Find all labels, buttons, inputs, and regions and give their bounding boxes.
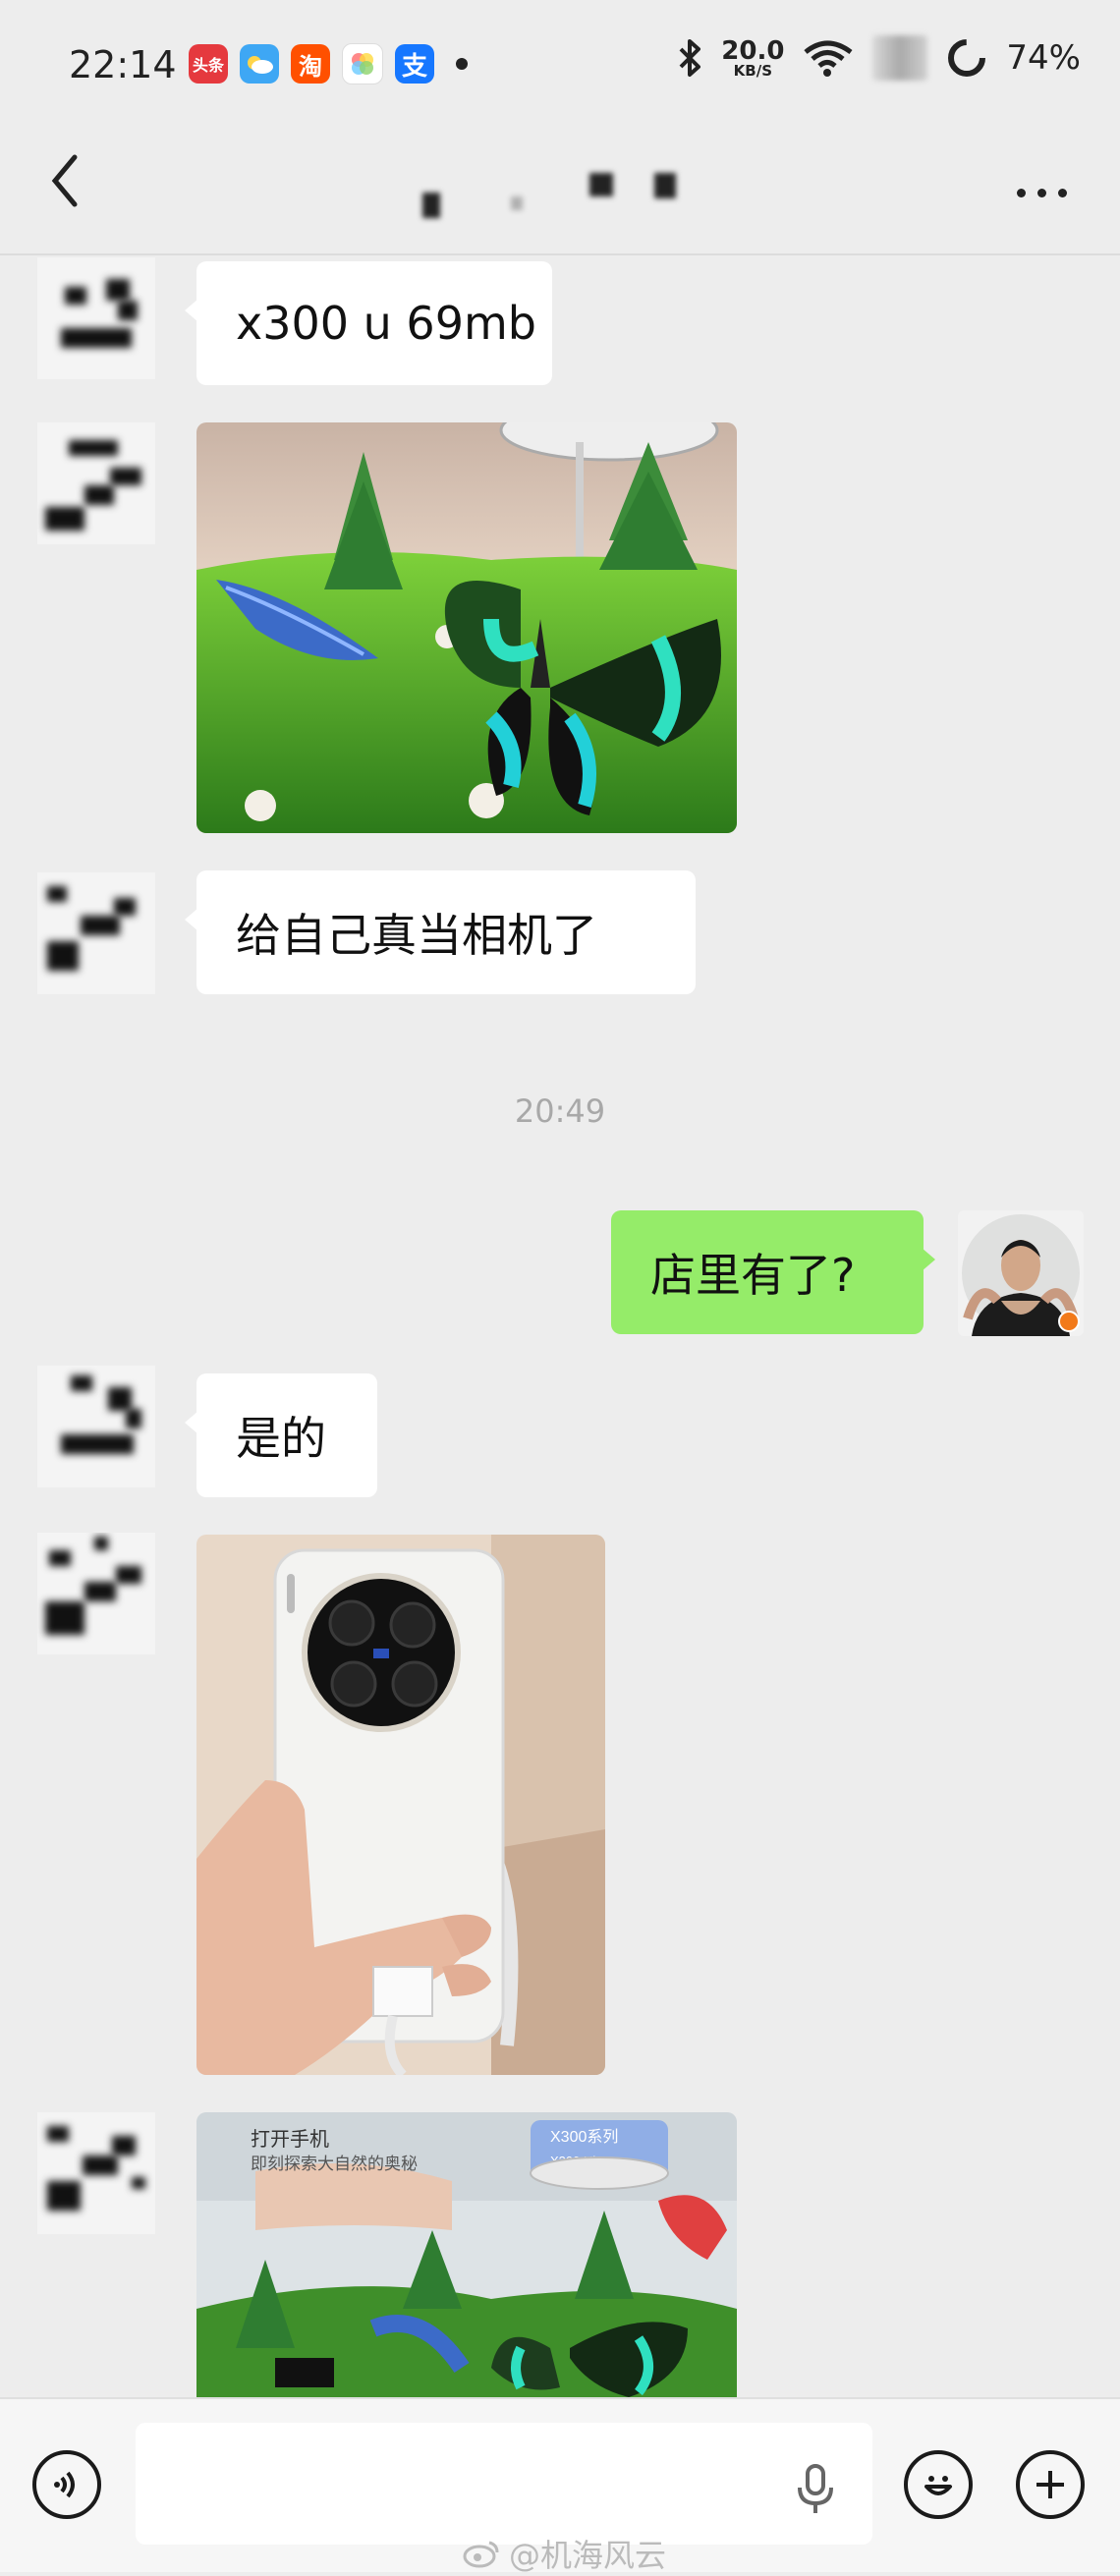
contact-avatar[interactable]: [37, 2112, 155, 2234]
message-timestamp: 20:49: [514, 1092, 606, 1130]
photos-app-icon: [342, 43, 383, 84]
net-speed: 20.0 KB/S: [721, 35, 785, 80]
mic-icon: [798, 2464, 833, 2513]
alipay-app-icon: 支: [395, 44, 434, 84]
contact-avatar[interactable]: [37, 422, 155, 544]
signal-icon: [872, 35, 928, 81]
contact-avatar[interactable]: [37, 257, 155, 379]
emoji-icon: [924, 2476, 952, 2495]
contact-avatar[interactable]: [37, 1366, 155, 1487]
contact-avatar[interactable]: [37, 1533, 155, 1654]
message-bubble[interactable]: 是的: [185, 1373, 377, 1497]
notification-icons: 头条 淘 支: [189, 43, 468, 84]
weibo-watermark: @机海风云: [462, 2531, 666, 2576]
weibo-logo-icon: [463, 2541, 499, 2568]
weather-app-icon: [240, 44, 279, 84]
self-avatar[interactable]: [958, 1210, 1084, 1336]
display-text-1: 打开手机: [251, 2128, 329, 2151]
chat-image[interactable]: 打开手机 即刻探索大自然的奥秘 X300系列 X300 Ultra: [196, 2112, 737, 2397]
verified-badge-icon: [1058, 1311, 1080, 1332]
photo-icon: 打开手机 即刻探索大自然的奥秘 X300系列 X300 Ultra: [196, 2112, 737, 2397]
chat-title-redacted: [413, 147, 707, 236]
chevron-left-icon: [51, 154, 78, 207]
photo-icon: [196, 1535, 605, 2075]
voice-toggle-button[interactable]: [32, 2450, 101, 2519]
message-text: 给自己真当相机了: [236, 909, 597, 962]
plus-icon: [1036, 2471, 1064, 2498]
message-text: 是的: [236, 1412, 326, 1465]
message-bubble[interactable]: x300 u 69mb: [185, 261, 552, 385]
more-dot-icon: [1016, 188, 1026, 197]
more-notifications-dot: [456, 58, 468, 70]
status-time: 22:14: [69, 43, 177, 86]
taobao-app-icon: 淘: [291, 44, 330, 84]
contact-avatar[interactable]: [37, 872, 155, 994]
chat-image[interactable]: [196, 422, 737, 833]
status-indicators: 20.0 KB/S 74%: [678, 35, 1081, 81]
status-bar: 22:14 头条 淘 支 20.0 KB/S 74%: [0, 0, 1120, 128]
back-button[interactable]: [47, 151, 126, 230]
display-text-2: 即刻探索大自然的奥秘: [251, 2155, 418, 2173]
emoji-button[interactable]: [904, 2450, 973, 2519]
mic-button[interactable]: [794, 2462, 837, 2521]
photo-icon: [196, 422, 737, 833]
display-sign-text: X300系列: [550, 2128, 618, 2146]
battery-percent: 74%: [1006, 38, 1081, 78]
more-options-button[interactable]: [1002, 163, 1081, 222]
bluetooth-icon: [679, 39, 701, 77]
voice-icon: [54, 2471, 75, 2498]
message-bubble-self[interactable]: 店里有了?: [611, 1210, 935, 1334]
battery-ring-icon: [948, 39, 986, 77]
message-input[interactable]: [136, 2423, 872, 2545]
message-text: 店里有了?: [650, 1249, 856, 1302]
message-text: x300 u 69mb: [236, 297, 536, 350]
chat-header: [0, 128, 1120, 255]
toutiao-app-icon: 头条: [189, 44, 228, 84]
more-actions-button[interactable]: [1016, 2450, 1085, 2519]
message-bubble[interactable]: 给自己真当相机了: [185, 870, 696, 994]
wifi-icon: [804, 40, 853, 77]
chat-image[interactable]: [196, 1535, 605, 2075]
